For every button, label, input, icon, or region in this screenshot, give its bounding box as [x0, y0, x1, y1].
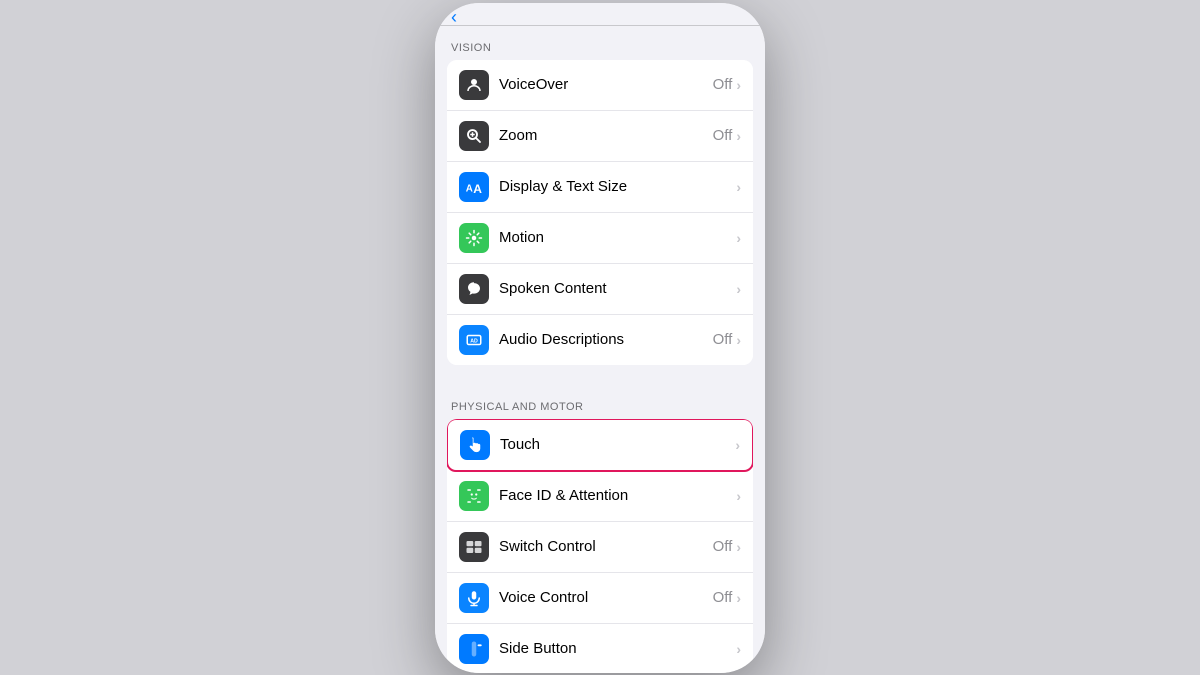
motion-chevron-icon: ›	[736, 230, 741, 246]
voiceover-chevron-icon: ›	[736, 77, 741, 93]
voice-control-value: Off	[713, 589, 733, 606]
back-chevron-icon: ‹	[451, 8, 457, 26]
phone-frame: ‹ VISIONVoiceOverOff›ZoomOff›AADisplay &…	[435, 3, 765, 673]
switch-control-value: Off	[713, 538, 733, 555]
list-item-touch[interactable]: Touch›	[447, 419, 753, 472]
content-scroll[interactable]: VISIONVoiceOverOff›ZoomOff›AADisplay & T…	[435, 26, 765, 673]
svg-text:A: A	[466, 183, 473, 194]
svg-text:AD: AD	[470, 338, 478, 344]
spoken-content-chevron-icon: ›	[736, 281, 741, 297]
voiceover-icon	[459, 70, 489, 100]
audio-descriptions-label: Audio Descriptions	[499, 331, 713, 348]
face-id-chevron-icon: ›	[736, 488, 741, 504]
switch-control-label: Switch Control	[499, 538, 713, 555]
list-item-voiceover[interactable]: VoiceOverOff›	[447, 60, 753, 111]
display-text-size-icon: AA	[459, 172, 489, 202]
svg-text:A: A	[473, 182, 482, 196]
face-id-label: Face ID & Attention	[499, 487, 736, 504]
touch-label: Touch	[500, 436, 735, 453]
section-label-physical-motor: PHYSICAL AND MOTOR	[435, 385, 765, 419]
zoom-label: Zoom	[499, 127, 713, 144]
section-label-vision: VISION	[435, 26, 765, 60]
list-item-motion[interactable]: Motion›	[447, 213, 753, 264]
voice-control-chevron-icon: ›	[736, 590, 741, 606]
nav-bar: ‹	[435, 3, 765, 26]
list-item-switch-control[interactable]: Switch ControlOff›	[447, 522, 753, 573]
audio-descriptions-value: Off	[713, 331, 733, 348]
switch-control-icon	[459, 532, 489, 562]
motion-label: Motion	[499, 229, 736, 246]
list-item-audio-descriptions[interactable]: AD Audio DescriptionsOff›	[447, 315, 753, 365]
display-text-size-chevron-icon: ›	[736, 179, 741, 195]
voice-control-icon	[459, 583, 489, 613]
list-item-voice-control[interactable]: Voice ControlOff›	[447, 573, 753, 624]
zoom-icon	[459, 121, 489, 151]
spoken-content-icon	[459, 274, 489, 304]
voice-control-label: Voice Control	[499, 589, 713, 606]
zoom-value: Off	[713, 127, 733, 144]
back-button[interactable]: ‹	[451, 8, 459, 26]
zoom-chevron-icon: ›	[736, 128, 741, 144]
face-id-icon	[459, 481, 489, 511]
motion-icon	[459, 223, 489, 253]
list-item-zoom[interactable]: ZoomOff›	[447, 111, 753, 162]
display-text-size-label: Display & Text Size	[499, 178, 736, 195]
side-button-label: Side Button	[499, 640, 736, 657]
list-group-vision: VoiceOverOff›ZoomOff›AADisplay & Text Si…	[447, 60, 753, 365]
audio-descriptions-icon: AD	[459, 325, 489, 355]
touch-chevron-icon: ›	[735, 437, 740, 453]
spoken-content-label: Spoken Content	[499, 280, 736, 297]
list-item-face-id[interactable]: Face ID & Attention›	[447, 471, 753, 522]
side-button-icon	[459, 634, 489, 664]
voiceover-label: VoiceOver	[499, 76, 713, 93]
touch-icon	[460, 430, 490, 460]
list-item-side-button[interactable]: Side Button›	[447, 624, 753, 673]
audio-descriptions-chevron-icon: ›	[736, 332, 741, 348]
list-group-physical-motor: Touch›Face ID & Attention›Switch Control…	[447, 419, 753, 673]
list-item-spoken-content[interactable]: Spoken Content›	[447, 264, 753, 315]
side-button-chevron-icon: ›	[736, 641, 741, 657]
list-item-display-text-size[interactable]: AA Display & Text Size›	[447, 162, 753, 213]
switch-control-chevron-icon: ›	[736, 539, 741, 555]
voiceover-value: Off	[713, 76, 733, 93]
